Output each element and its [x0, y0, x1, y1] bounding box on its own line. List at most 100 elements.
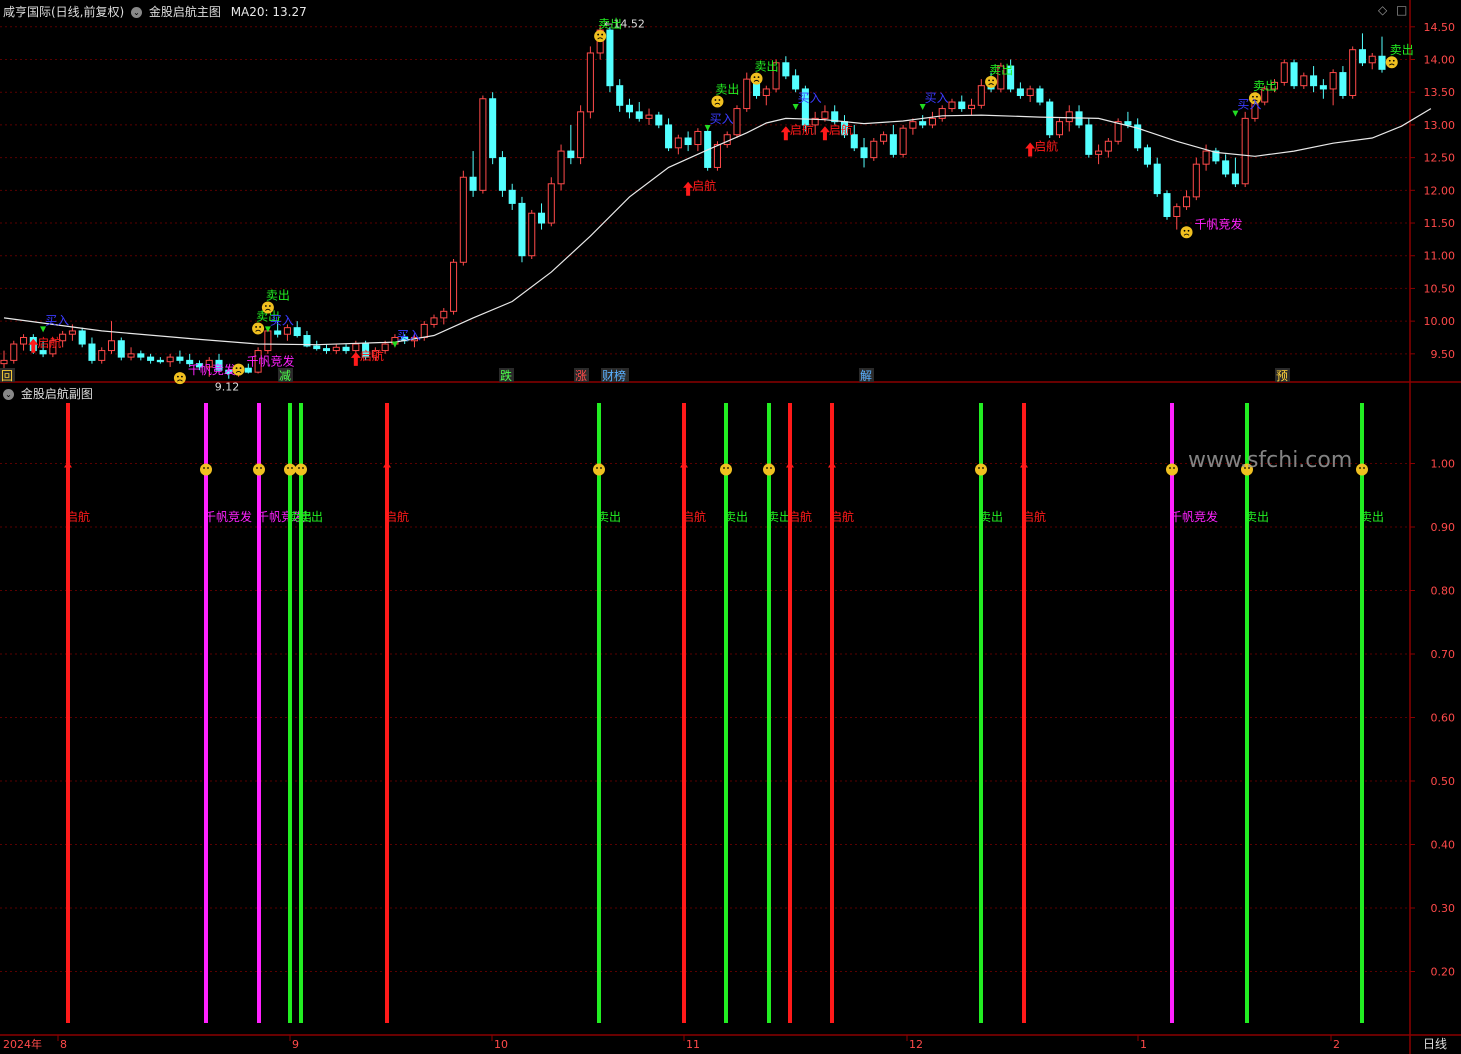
- main-header: 咸亨国际(日线,前复权) ⌄ 金股启航主图 MA20: 13.27: [3, 3, 307, 20]
- sub-grid: [0, 463, 1410, 972]
- sub-indicator-name[interactable]: 金股启航副图: [21, 387, 93, 401]
- face-eye: [723, 467, 725, 469]
- signal-bar-label: 卖出: [299, 510, 323, 524]
- buy-label: 买入: [710, 112, 734, 126]
- y-tick-label: 9.50: [1431, 348, 1456, 361]
- event-badge: 回: [1, 369, 13, 383]
- event-badge: 预: [1276, 369, 1288, 383]
- candle-up: [1202, 150, 1210, 165]
- x-tick-label: 2: [1333, 1038, 1340, 1051]
- x-tick-label: 1: [1140, 1038, 1147, 1051]
- signal-bar-label: 启航: [385, 509, 409, 524]
- buy-label: 买入: [925, 91, 949, 105]
- timeframe-label: 日线: [1423, 1037, 1447, 1051]
- candle-up: [1095, 150, 1103, 155]
- face-eye: [203, 467, 205, 469]
- candle-down: [498, 157, 506, 191]
- candle-up: [674, 137, 682, 149]
- candle-down: [635, 111, 643, 119]
- candle-up: [1241, 117, 1249, 185]
- chart-canvas[interactable]: ←14.529.12启航卖出千帆竞发千帆竞发卖出启航卖出启航卖出卖出启航 启航卖出…: [0, 0, 1461, 1054]
- candle-up: [968, 104, 976, 110]
- candle-up: [948, 101, 956, 110]
- y-tick-label: 0.30: [1431, 902, 1456, 915]
- signal-label: 卖出: [598, 17, 622, 31]
- chevron-down-icon[interactable]: ⌄: [3, 389, 14, 400]
- ma-label: MA20:: [230, 5, 269, 19]
- up-arrow-icon: [64, 461, 72, 468]
- face-eye: [298, 467, 300, 469]
- signal-bar-label: 启航: [1022, 509, 1046, 524]
- face-eye: [1183, 229, 1186, 232]
- face-icon: [284, 463, 296, 476]
- x-tick-label: 10: [494, 1038, 508, 1051]
- candle-down: [537, 212, 546, 224]
- candle-down: [958, 101, 966, 110]
- sad-face-icon: [1180, 226, 1193, 239]
- signal-label: 启航: [692, 178, 716, 193]
- candle-up: [557, 150, 565, 185]
- face-eye: [260, 467, 262, 469]
- candle-up: [743, 78, 751, 110]
- candle-down: [1036, 88, 1044, 103]
- candle-down: [244, 367, 252, 373]
- sad-face-icon: [173, 372, 186, 385]
- candle-down: [293, 327, 301, 337]
- up-arrow-icon: [680, 461, 688, 468]
- face-eye: [757, 76, 760, 78]
- face-eye: [256, 467, 258, 469]
- candle-up: [821, 111, 829, 119]
- y-tick-label: 13.00: [1424, 119, 1456, 132]
- signal-bar-label: 启航: [682, 509, 706, 524]
- candle-down: [1339, 72, 1347, 96]
- diamond-icon[interactable]: ◇: [1378, 3, 1387, 17]
- candle-down: [1153, 163, 1161, 195]
- candle-down: [1310, 75, 1318, 87]
- candle-down: [860, 147, 868, 159]
- face-eye: [982, 467, 984, 469]
- y-tick-label: 12.50: [1424, 152, 1456, 165]
- signal-label: 千帆竞发: [1195, 216, 1243, 231]
- candle-up: [528, 212, 536, 257]
- candle-down: [313, 345, 321, 350]
- candle-up: [713, 144, 721, 168]
- candle-up: [479, 98, 487, 191]
- face-eye: [596, 467, 598, 469]
- face-icon: [593, 463, 605, 476]
- y-tick-label: 13.50: [1424, 86, 1456, 99]
- stock-name: 咸亨国际(日线,前复权): [3, 5, 125, 19]
- y-tick-label: 14.00: [1424, 54, 1456, 67]
- ma-value: 13.27: [272, 5, 307, 19]
- candle-down: [606, 29, 614, 87]
- chevron-down-icon[interactable]: ⌄: [131, 7, 143, 18]
- candle-up: [1055, 121, 1064, 136]
- x-tick-label: 12: [909, 1038, 923, 1051]
- indicator-name[interactable]: 金股启航主图: [149, 5, 221, 19]
- candle-up: [870, 140, 878, 159]
- up-arrow-icon: [786, 461, 794, 468]
- event-badge: 财榜: [602, 368, 626, 383]
- sub-signal-bars: 启航千帆竞发千帆竞发卖出卖出启航卖出启航卖出卖出启航启航卖出启航千帆竞发卖出卖出: [64, 403, 1384, 1023]
- candle-up: [332, 346, 340, 352]
- face-eye: [259, 326, 261, 328]
- face-eye: [302, 467, 304, 469]
- candle-down: [39, 350, 47, 355]
- candle-down: [147, 356, 155, 361]
- candle-up: [1183, 196, 1191, 208]
- x-tick-label: 9: [292, 1038, 299, 1051]
- face-eye: [1187, 229, 1190, 232]
- face-eye: [235, 367, 238, 370]
- up-arrow-icon: [383, 461, 391, 468]
- y-tick-label: 0.70: [1431, 648, 1456, 661]
- candle-up: [1026, 88, 1034, 96]
- face-eye: [287, 467, 289, 469]
- maximize-icon[interactable]: □: [1396, 3, 1407, 17]
- signal-bar-label: 启航: [788, 509, 812, 524]
- face-eye: [181, 375, 183, 378]
- candle-up: [928, 117, 936, 126]
- y-tick-label: 11.00: [1424, 250, 1456, 263]
- candle-up: [645, 114, 653, 119]
- candle-down: [616, 85, 624, 106]
- face-eye: [988, 79, 990, 82]
- candle-up: [98, 350, 106, 361]
